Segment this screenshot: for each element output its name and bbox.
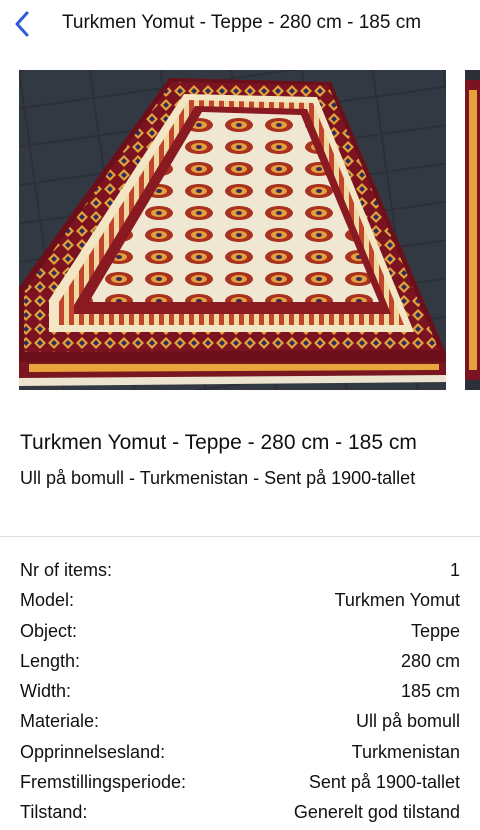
spec-row-nr-of-items: Nr of items: 1 (20, 555, 460, 585)
spec-value: Turkmen Yomut (334, 590, 460, 611)
spec-value: Ull på bomull (355, 711, 460, 732)
specifications-list: Nr of items: 1 Model: Turkmen Yomut Obje… (20, 555, 460, 828)
spec-row-length: Length: 280 cm (20, 646, 460, 676)
spec-row-country-of-origin: Opprinnelsesland: Turkmenistan (20, 737, 460, 767)
spec-label: Width: (20, 681, 72, 702)
spec-row-period: Fremstillingsperiode: Sent på 1900-talle… (20, 767, 460, 797)
spec-value: Turkmenistan (351, 741, 460, 762)
spec-value: 1 (449, 560, 460, 580)
spec-row-model: Model: Turkmen Yomut (20, 585, 460, 615)
spec-label: Tilstand: (20, 802, 88, 823)
item-subtitle: Ull på bomull - Turkmenistan - Sent på 1… (20, 468, 416, 488)
spec-label: Object: (20, 620, 78, 641)
spec-row-width: Width: 185 cm (20, 676, 460, 706)
spec-label: Opprinnelsesland: (20, 741, 166, 762)
spec-label: Length: (20, 650, 81, 671)
rug-photo-main[interactable] (19, 70, 446, 390)
rug-photo-next[interactable] (465, 70, 480, 390)
spec-label: Materiale: (20, 711, 100, 732)
spec-value: 280 cm (400, 650, 460, 671)
navigation-bar: Turkmen Yomut - Teppe - 280 cm - 185 cm (0, 0, 480, 48)
spec-value: Generelt god tilstand (293, 802, 460, 823)
spec-value: Teppe (410, 620, 460, 641)
divider (0, 536, 480, 537)
item-title: Turkmen Yomut - Teppe - 280 cm - 185 cm (20, 431, 417, 454)
spec-label: Fremstillingsperiode: (20, 772, 187, 793)
spec-label: Nr of items: (20, 560, 113, 580)
nav-title: Turkmen Yomut - Teppe - 280 cm - 185 cm (62, 12, 422, 33)
spec-value: 185 cm (400, 681, 460, 702)
spec-row-material: Materiale: Ull på bomull (20, 706, 460, 736)
chevron-left-icon (15, 11, 29, 37)
spec-row-object: Object: Teppe (20, 616, 460, 646)
image-gallery[interactable] (0, 70, 480, 390)
back-button[interactable] (4, 4, 40, 44)
spec-label: Model: (20, 590, 75, 611)
spec-row-condition: Tilstand: Generelt god tilstand (20, 797, 460, 827)
spec-value: Sent på 1900-tallet (308, 772, 460, 793)
